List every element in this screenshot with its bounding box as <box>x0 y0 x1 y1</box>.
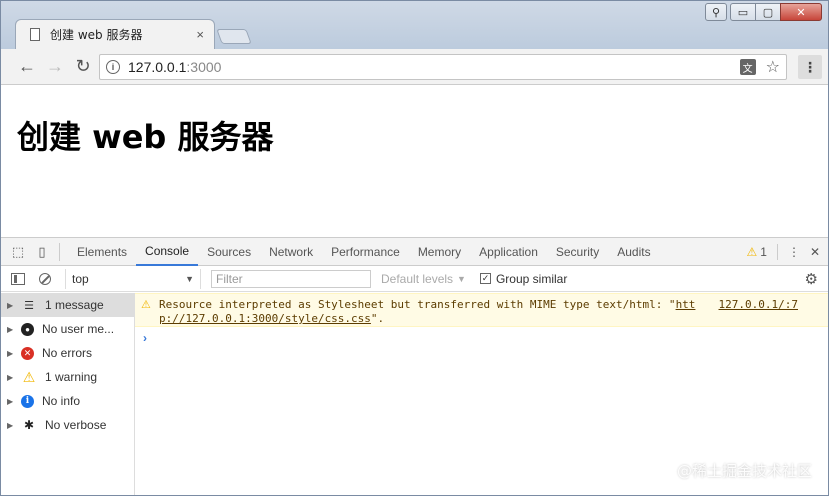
log-levels-dropdown[interactable]: Default levels ▼ <box>381 272 466 286</box>
expand-triangle-icon[interactable]: ▶ <box>7 373 15 382</box>
error-icon: ✕ <box>21 346 34 360</box>
console-sidebar: ▶ ☰ 1 message ▶ ● No user me... ▶ ✕ No errors ▶ ⚠ 1… <box>1 293 135 495</box>
browser-tab[interactable]: 创建 web 服务器 × <box>15 19 215 49</box>
tab-application[interactable]: Application <box>470 238 547 266</box>
minimize-button[interactable]: ▭ <box>730 3 756 21</box>
message-text: Resource interpreted as Stylesheet but t… <box>159 298 676 311</box>
window-controls: ⚲ ▭ ▢ ✕ <box>705 3 822 21</box>
sidebar-item[interactable]: ▶ ✕ No errors <box>1 341 134 365</box>
sidebar-item[interactable]: ▶ ⚠ 1 warning <box>1 365 134 389</box>
reload-button[interactable]: ↻ <box>69 53 97 81</box>
expand-triangle-icon[interactable]: ▶ <box>7 325 15 334</box>
tab-title: 创建 web 服务器 <box>50 28 143 42</box>
browser-window: ⚲ ▭ ▢ ✕ 创建 web 服务器 × ← → ↻ i 127.0.0.1:3… <box>0 0 829 496</box>
sidebar-toggle-icon[interactable] <box>11 272 25 285</box>
warning-message: ⚠ Resource interpreted as Stylesheet but… <box>135 293 828 327</box>
divider <box>59 242 60 261</box>
sidebar-item[interactable]: ▶ i No info <box>1 389 134 413</box>
user-icon[interactable]: ⚲ <box>705 3 727 21</box>
sidebar-item-label: No info <box>42 394 81 408</box>
tab-sources[interactable]: Sources <box>198 238 260 266</box>
tab-security[interactable]: Security <box>547 238 608 266</box>
new-tab-button[interactable] <box>216 29 252 44</box>
devtools-panel: ⬚ ▯ Elements Console Sources Network Perform… <box>1 237 828 495</box>
tab-network[interactable]: Network <box>260 238 322 266</box>
page-content: 创建 web 服务器 <box>1 86 828 236</box>
expand-triangle-icon[interactable]: ▶ <box>7 397 15 406</box>
warning-icon: ⚠ <box>746 245 758 259</box>
levels-label: Default levels <box>381 271 454 286</box>
document-icon <box>30 28 40 41</box>
context-select[interactable]: top ▼ <box>65 268 201 289</box>
devtools-right-controls: ⚠ 1 ⋮ ✕ <box>746 238 820 266</box>
message-source-link[interactable]: 127.0.0.1/:7 <box>719 298 798 312</box>
warning-count: 1 <box>760 245 767 259</box>
divider <box>776 244 778 260</box>
device-toolbar-icon[interactable]: ▯ <box>31 241 53 263</box>
inspect-element-icon[interactable]: ⬚ <box>7 241 29 263</box>
chevron-down-icon: ▼ <box>185 273 194 284</box>
gear-icon[interactable]: ⚙ <box>805 270 818 288</box>
sidebar-item[interactable]: ▶ ● No user me... <box>1 317 134 341</box>
expand-triangle-icon[interactable]: ▶ <box>7 349 15 358</box>
watermark: @稀土掘金技术社区 <box>676 462 812 480</box>
sidebar-item-label: 1 warning <box>45 370 98 384</box>
tab-close-icon[interactable]: × <box>196 27 204 42</box>
expand-triangle-icon[interactable]: ▶ <box>7 301 15 310</box>
console-filter-bar: top ▼ Default levels ▼ ✓ Group similar ⚙ <box>1 266 828 292</box>
message-link-continued[interactable]: p://127.0.0.1:3000/style/css.css <box>159 312 371 325</box>
browser-toolbar: ← → ↻ i 127.0.0.1:3000 文 ☆ ⋮ <box>1 49 828 85</box>
bookmark-star-icon[interactable]: ☆ <box>766 57 780 77</box>
sidebar-item-label: No errors <box>42 346 93 360</box>
warning-counter[interactable]: ⚠ 1 <box>746 245 766 259</box>
group-similar-label: Group similar <box>495 271 568 286</box>
translate-icon[interactable]: 文 <box>739 59 756 75</box>
tab-console[interactable]: Console <box>136 238 199 266</box>
expand-triangle-icon[interactable]: ▶ <box>7 421 15 430</box>
forward-button[interactable]: → <box>41 53 69 81</box>
tab-performance[interactable]: Performance <box>322 238 409 266</box>
sidebar-item-label: No verbose <box>45 418 107 432</box>
tab-audits[interactable]: Audits <box>608 238 659 266</box>
sidebar-item-label: No user me... <box>42 322 115 336</box>
warning-icon: ⚠ <box>141 298 151 311</box>
warning-icon: ⚠ <box>22 368 36 385</box>
devtools-tabbar: ⬚ ▯ Elements Console Sources Network Perform… <box>1 238 828 266</box>
devtools-more-icon[interactable]: ⋮ <box>788 245 800 259</box>
bug-icon: ✱ <box>23 418 35 432</box>
chevron-down-icon: ▼ <box>457 273 466 284</box>
sidebar-item[interactable]: ▶ ☰ 1 message <box>1 293 134 317</box>
back-button[interactable]: ← <box>13 53 41 81</box>
devtools-close-icon[interactable]: ✕ <box>810 245 820 259</box>
url-host: 127.0.0.1 <box>128 59 187 75</box>
devtools-tab-list: Elements Console Sources Network Performance… <box>68 238 660 266</box>
list-icon: ☰ <box>24 299 34 312</box>
group-similar-checkbox[interactable]: ✓ <box>479 273 491 284</box>
context-value: top <box>72 271 89 286</box>
filter-input[interactable] <box>211 269 371 288</box>
title-bar: ⚲ ▭ ▢ ✕ 创建 web 服务器 × <box>1 1 828 49</box>
tab-elements[interactable]: Elements <box>68 238 136 266</box>
clear-console-icon[interactable] <box>39 272 51 285</box>
message-text-end: ". <box>370 312 385 325</box>
message-link[interactable]: htt <box>676 298 696 311</box>
page-heading: 创建 web 服务器 <box>17 118 274 156</box>
url-port: :3000 <box>186 59 222 75</box>
sidebar-item[interactable]: ▶ ✱ No verbose <box>1 413 134 437</box>
address-bar[interactable]: i 127.0.0.1:3000 文 ☆ <box>99 54 787 80</box>
tab-memory[interactable]: Memory <box>409 238 470 266</box>
maximize-button[interactable]: ▢ <box>755 3 781 21</box>
group-similar-toggle[interactable]: ✓ Group similar <box>479 271 568 286</box>
sidebar-item-label: 1 message <box>45 298 104 312</box>
info-icon[interactable]: i <box>106 60 120 74</box>
browser-menu-button[interactable]: ⋮ <box>798 55 822 79</box>
close-window-button[interactable]: ✕ <box>780 3 822 21</box>
user-icon: ● <box>21 322 34 336</box>
console-prompt[interactable]: › <box>135 327 828 349</box>
info-icon: i <box>21 394 34 408</box>
